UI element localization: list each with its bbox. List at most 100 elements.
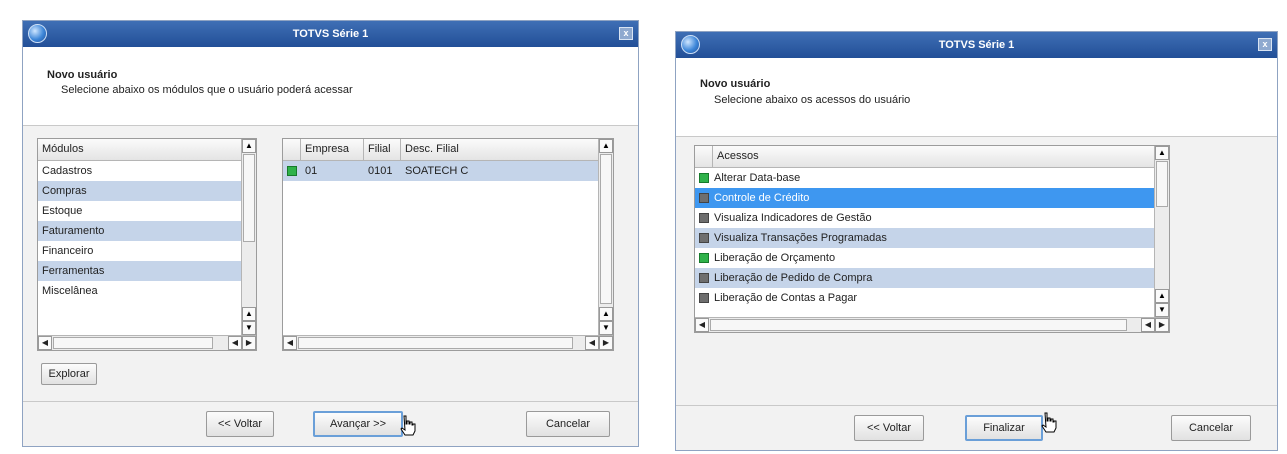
scroll-up-icon[interactable]: ▲ (242, 307, 256, 321)
cancel-button[interactable]: Cancelar (526, 411, 610, 437)
column-header-status (283, 139, 301, 160)
title-bar: TOTVS Série 1 x (23, 21, 638, 47)
column-header-access[interactable]: Acessos (713, 146, 1155, 167)
module-list-item[interactable]: Financeiro (38, 241, 242, 261)
access-list-item[interactable]: Visualiza Indicadores de Gestão (695, 208, 1155, 228)
scroll-left-icon[interactable]: ◀ (228, 336, 242, 350)
access-list-item[interactable]: Visualiza Transações Programadas (695, 228, 1155, 248)
access-list-item[interactable]: Controle de Crédito (695, 188, 1155, 208)
scroll-thumb-horizontal[interactable] (710, 319, 1127, 331)
module-list-item[interactable]: Miscelânea (38, 281, 242, 301)
module-label: Estoque (42, 205, 83, 217)
new-user-access-dialog: TOTVS Série 1 x Novo usuário Selecione a… (675, 31, 1278, 451)
module-label: Financeiro (42, 245, 94, 257)
table-row[interactable]: 01 0101 SOATECH C (283, 161, 599, 181)
modules-list[interactable]: Módulos Cadastros Compras Estoque Faturamen… (37, 138, 257, 351)
vertical-scrollbar[interactable]: ▲ ▲ ▼ (598, 139, 613, 335)
back-button[interactable]: << Voltar (854, 415, 924, 441)
access-disabled-icon[interactable] (699, 193, 709, 204)
column-header-status (695, 146, 713, 167)
hand-cursor-icon (400, 415, 416, 436)
wizard-heading: Novo usuário (700, 78, 771, 90)
access-list-item[interactable]: Liberação de Pedido de Compra (695, 268, 1155, 288)
access-list-item[interactable]: Alterar Data-base (695, 168, 1155, 188)
title-bar: TOTVS Série 1 x (676, 32, 1277, 58)
access-enabled-icon[interactable] (699, 253, 709, 264)
scroll-up-icon[interactable]: ▲ (1155, 146, 1169, 160)
access-disabled-icon[interactable] (699, 213, 709, 224)
scroll-right-icon[interactable]: ▶ (599, 336, 613, 350)
totvs-logo-icon (681, 35, 700, 54)
scroll-thumb[interactable] (1156, 161, 1168, 207)
access-disabled-icon[interactable] (699, 293, 709, 304)
access-disabled-icon[interactable] (699, 273, 709, 284)
wizard-footer: << Voltar Avançar >> Cancelar (23, 401, 638, 446)
module-list-item[interactable]: Cadastros (38, 161, 242, 181)
access-list[interactable]: Acessos Alterar Data-base Controle de Cré… (694, 145, 1170, 333)
cancel-button[interactable]: Cancelar (1171, 415, 1251, 441)
horizontal-scrollbar[interactable]: ◀ ◀ ▶ (283, 335, 613, 350)
horizontal-scrollbar[interactable]: ◀ ◀ ▶ (38, 335, 256, 350)
scroll-down-icon[interactable]: ▼ (1155, 303, 1169, 317)
column-header-desc-filial[interactable]: Desc. Filial (401, 139, 599, 160)
wizard-header: Novo usuário Selecione abaixo os módulos… (23, 47, 638, 126)
scroll-thumb-horizontal[interactable] (53, 337, 213, 349)
totvs-logo-icon (28, 24, 47, 43)
hand-cursor-icon (1041, 412, 1057, 433)
vertical-scrollbar[interactable]: ▲ ▲ ▼ (1154, 146, 1169, 317)
access-list-header: Acessos (695, 146, 1155, 168)
wizard-heading: Novo usuário (47, 69, 118, 81)
scroll-up-icon[interactable]: ▲ (242, 139, 256, 153)
module-label: Cadastros (42, 165, 93, 177)
back-button[interactable]: << Voltar (206, 411, 274, 437)
module-label: Compras (42, 185, 87, 197)
access-enabled-icon[interactable] (699, 173, 709, 184)
scroll-right-icon[interactable]: ▶ (242, 336, 256, 350)
scroll-thumb[interactable] (600, 154, 612, 304)
access-label: Alterar Data-base (714, 172, 801, 184)
scroll-up-icon[interactable]: ▲ (1155, 289, 1169, 303)
module-list-item[interactable]: Estoque (38, 201, 242, 221)
scroll-thumb-horizontal[interactable] (298, 337, 573, 349)
access-label: Liberação de Contas a Pagar (714, 292, 858, 304)
horizontal-scrollbar[interactable]: ◀ ◀ ▶ (695, 317, 1169, 332)
scroll-left-icon[interactable]: ◀ (38, 336, 52, 350)
cell-filial: 0101 (368, 165, 393, 177)
scroll-down-icon[interactable]: ▼ (242, 321, 256, 335)
scroll-up-icon[interactable]: ▲ (599, 307, 613, 321)
access-list-item[interactable]: Liberação de Orçamento (695, 248, 1155, 268)
wizard-header: Novo usuário Selecione abaixo os acessos… (676, 58, 1277, 137)
window-title: TOTVS Série 1 (938, 39, 1015, 51)
module-list-item[interactable]: Faturamento (38, 221, 242, 241)
module-label: Miscelânea (42, 285, 98, 297)
access-label: Liberação de Pedido de Compra (714, 272, 873, 284)
access-disabled-icon[interactable] (699, 233, 709, 244)
scroll-up-icon[interactable]: ▲ (599, 139, 613, 153)
scroll-right-icon[interactable]: ▶ (1155, 318, 1169, 332)
module-list-item[interactable]: Compras (38, 181, 242, 201)
column-header-modules[interactable]: Módulos (38, 139, 242, 160)
close-icon[interactable]: x (619, 27, 633, 40)
module-list-item[interactable]: Ferramentas (38, 261, 242, 281)
scroll-down-icon[interactable]: ▼ (599, 321, 613, 335)
access-list-item[interactable]: Liberação de Contas a Pagar (695, 288, 1155, 308)
access-label: Liberação de Orçamento (714, 252, 836, 264)
column-header-empresa[interactable]: Empresa (301, 139, 364, 160)
explore-button[interactable]: Explorar (41, 363, 97, 385)
finish-button[interactable]: Finalizar (965, 415, 1043, 441)
close-icon[interactable]: x (1258, 38, 1272, 51)
scroll-left-icon[interactable]: ◀ (585, 336, 599, 350)
scroll-left-icon[interactable]: ◀ (695, 318, 709, 332)
branches-grid[interactable]: Empresa Filial Desc. Filial 01 0101 SOATEC… (282, 138, 614, 351)
modules-list-header[interactable]: Módulos (38, 139, 242, 161)
access-label: Visualiza Indicadores de Gestão (714, 212, 872, 224)
access-label: Controle de Crédito (714, 192, 810, 204)
vertical-scrollbar[interactable]: ▲ ▲ ▼ (241, 139, 256, 335)
scroll-left-icon[interactable]: ◀ (1141, 318, 1155, 332)
status-cell[interactable] (283, 161, 301, 181)
scroll-thumb[interactable] (243, 154, 255, 242)
window-title: TOTVS Série 1 (292, 28, 369, 40)
column-header-filial[interactable]: Filial (364, 139, 401, 160)
scroll-left-icon[interactable]: ◀ (283, 336, 297, 350)
next-button[interactable]: Avançar >> (313, 411, 403, 437)
